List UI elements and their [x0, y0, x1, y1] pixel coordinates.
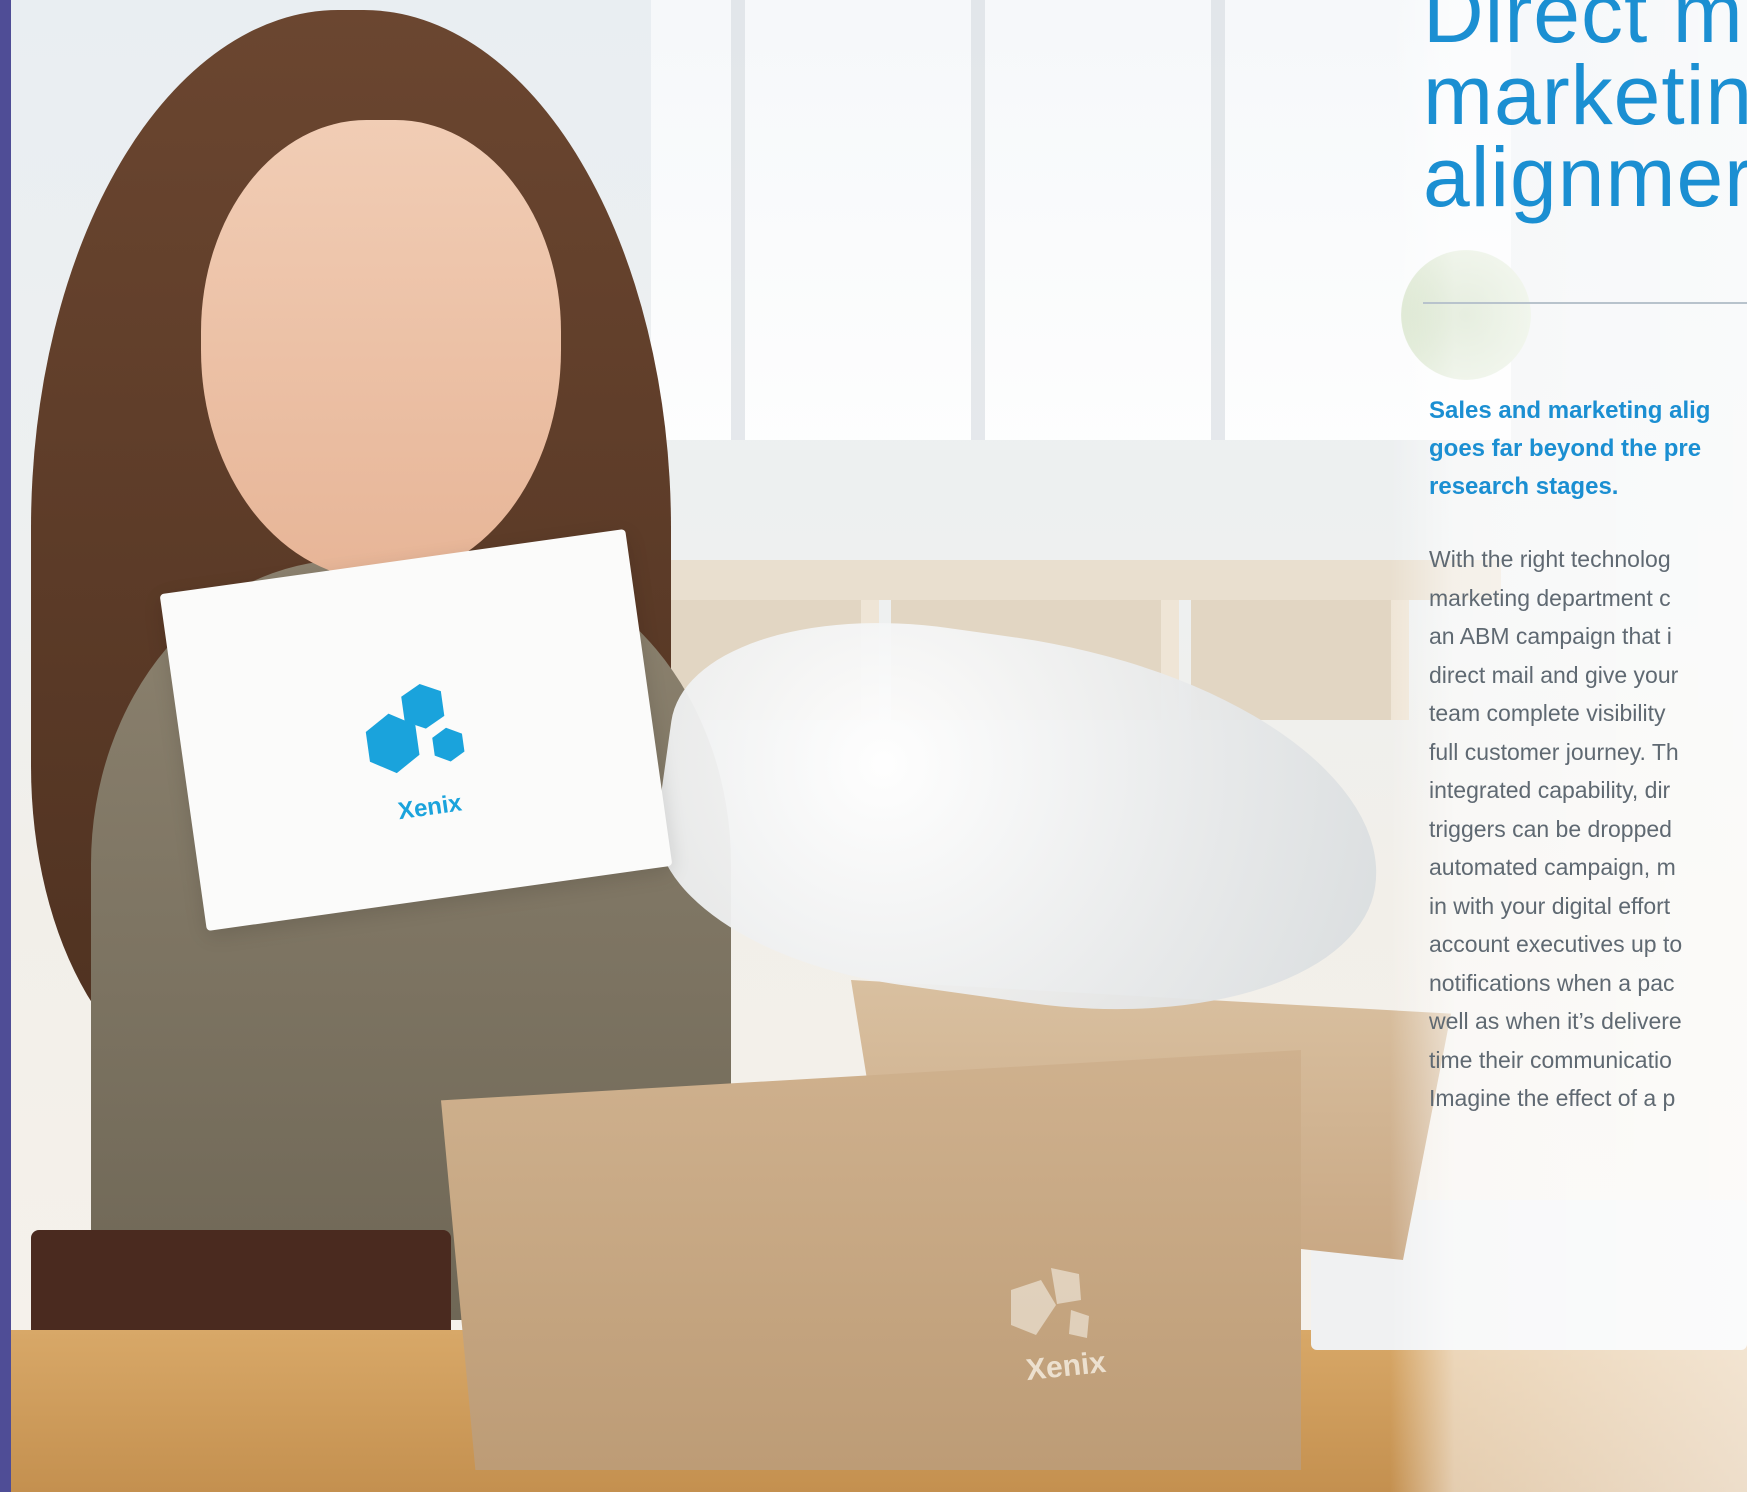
heading-divider — [1423, 302, 1747, 304]
body-line: well as when it’s delivere — [1429, 1008, 1682, 1034]
woman-face — [201, 120, 561, 580]
heading-line: marketin — [1423, 48, 1747, 142]
body-line: With the right technolog — [1429, 546, 1671, 572]
body-paragraph: With the right technolog marketing depar… — [1429, 540, 1747, 1118]
lead-line: research stages. — [1429, 473, 1619, 500]
body-line: direct mail and give your — [1429, 661, 1679, 688]
lead-paragraph: Sales and marketing alig goes far beyond… — [1429, 392, 1747, 506]
page-heading: Direct m marketin alignmer — [1423, 0, 1747, 224]
body-line: automated campaign, m — [1429, 854, 1676, 880]
body-line: notifications when a pac — [1429, 969, 1675, 996]
body-line: integrated capability, dir — [1429, 777, 1671, 803]
lead-line: Sales and marketing alig — [1429, 397, 1711, 424]
background-shelf — [621, 560, 1501, 600]
body-line: in with your digital effort — [1429, 892, 1671, 919]
heading-line: alignmer — [1423, 130, 1747, 224]
cardboard-carton — [441, 1050, 1301, 1470]
background-window — [651, 0, 1511, 440]
side-color-strip — [0, 0, 11, 1492]
window-frame — [1211, 0, 1225, 440]
body-line: triggers can be dropped — [1429, 815, 1672, 842]
body-line: Imagine the effect of a p — [1429, 1085, 1676, 1111]
heading-line: Direct m — [1423, 0, 1744, 60]
body-line: full customer journey. Th — [1429, 738, 1679, 765]
window-frame — [731, 0, 745, 440]
carton-logo-icon — [1011, 1268, 1089, 1338]
body-line: team complete visibility — [1429, 700, 1666, 726]
hexagon-cluster-icon — [365, 684, 465, 774]
lead-line: goes far beyond the pre — [1429, 435, 1702, 462]
window-frame — [971, 0, 985, 440]
body-line: marketing department c — [1429, 584, 1671, 611]
body-line: time their communicatio — [1429, 1046, 1672, 1073]
product-box: Xenix — [159, 528, 673, 932]
body-line: account executives up to — [1429, 931, 1683, 957]
body-line: an ABM campaign that i — [1429, 623, 1672, 649]
